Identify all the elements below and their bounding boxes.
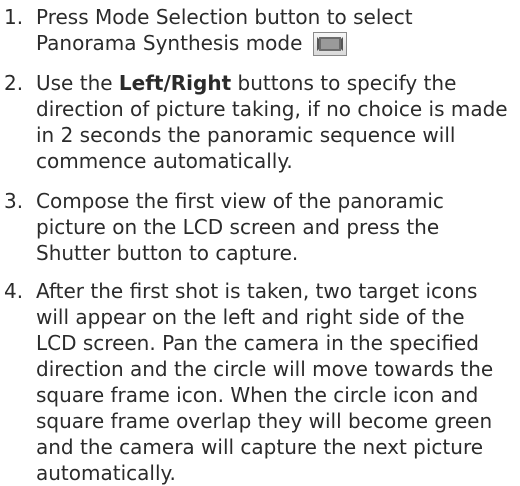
step-text: After the first shot is taken, two targe… xyxy=(36,279,494,485)
step-number: 2. xyxy=(4,71,24,95)
list-item: 1. Press Mode Selection button to select… xyxy=(0,4,512,60)
list-item: 3. Compose the first view of the panoram… xyxy=(0,188,512,268)
list-item: 2. Use the Left/Right buttons to specify… xyxy=(0,70,512,176)
instruction-list: 1. Press Mode Selection button to select… xyxy=(0,0,520,485)
panorama-mode-icon xyxy=(312,32,347,56)
step-text: Press Mode Selection button to select Pa… xyxy=(36,4,510,56)
step-number: 1. xyxy=(4,5,24,29)
step-number: 4. xyxy=(4,279,24,303)
step-text: Compose the first view of the panoramic … xyxy=(36,189,444,265)
step-text: Use the Left/Right buttons to specify th… xyxy=(36,70,510,174)
step-1-text: Press Mode Selection button to select Pa… xyxy=(36,5,413,55)
step-2-bold-keyword: Left/Right xyxy=(118,71,232,95)
step-2-prefix: Use the xyxy=(36,71,119,95)
list-item: 4. After the first shot is taken, two ta… xyxy=(0,278,512,485)
step-number: 3. xyxy=(4,189,24,213)
